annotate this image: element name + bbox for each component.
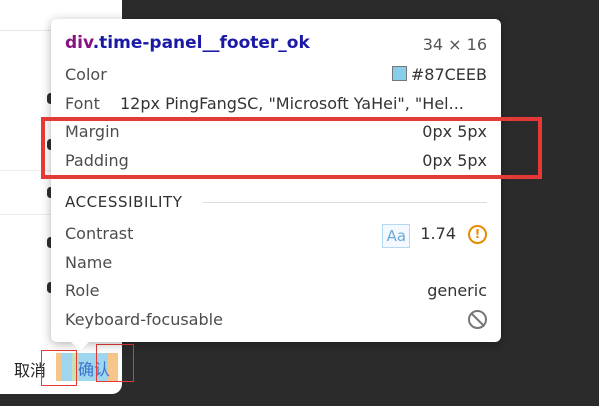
role-value: generic — [427, 281, 487, 300]
keyboard-label: Keyboard-focusable — [65, 310, 223, 329]
tooltip-caret — [70, 341, 90, 351]
element-dimensions: 34 × 16 — [422, 35, 487, 54]
role-row: Role generic — [65, 281, 487, 305]
color-row: Color #87CEEB — [65, 65, 487, 89]
keyboard-row: Keyboard-focusable — [65, 310, 487, 334]
name-row: Name — [65, 253, 487, 277]
keyboard-value — [468, 310, 487, 331]
color-swatch-icon — [391, 66, 407, 81]
annotation-highlight-box — [41, 117, 542, 179]
contrast-value: Aa 1.74! — [382, 224, 487, 248]
contrast-ratio: 1.74 — [420, 224, 456, 243]
font-row: Font 12px PingFangSC, "Microsoft YaHei",… — [65, 94, 487, 118]
selector-class: .time-panel__footer_ok — [92, 33, 310, 53]
inspector-tooltip: div.time-panel__footer_ok 34 × 16 Color … — [51, 19, 501, 342]
color-label: Color — [65, 65, 107, 84]
color-value: #87CEEB — [391, 65, 487, 84]
color-hex: #87CEEB — [410, 65, 487, 84]
contrast-row: Contrast Aa 1.74! — [65, 224, 487, 248]
selector-tag: div — [65, 33, 93, 53]
not-focusable-icon — [468, 310, 487, 329]
aa-contrast-icon: Aa — [382, 224, 411, 248]
font-value: 12px PingFangSC, "Microsoft YaHei", "Hel… — [120, 94, 464, 113]
annotation-box — [96, 344, 134, 382]
accessibility-heading: ACCESSIBILITY — [65, 193, 183, 211]
contrast-label: Contrast — [65, 224, 134, 243]
element-selector: div.time-panel__footer_ok — [65, 33, 310, 53]
annotation-box — [41, 350, 77, 386]
name-label: Name — [65, 253, 113, 272]
tooltip-header: div.time-panel__footer_ok 34 × 16 — [65, 33, 487, 57]
role-label: Role — [65, 281, 100, 300]
font-label: Font — [65, 94, 100, 113]
warning-icon: ! — [468, 225, 487, 244]
section-divider — [203, 202, 487, 203]
